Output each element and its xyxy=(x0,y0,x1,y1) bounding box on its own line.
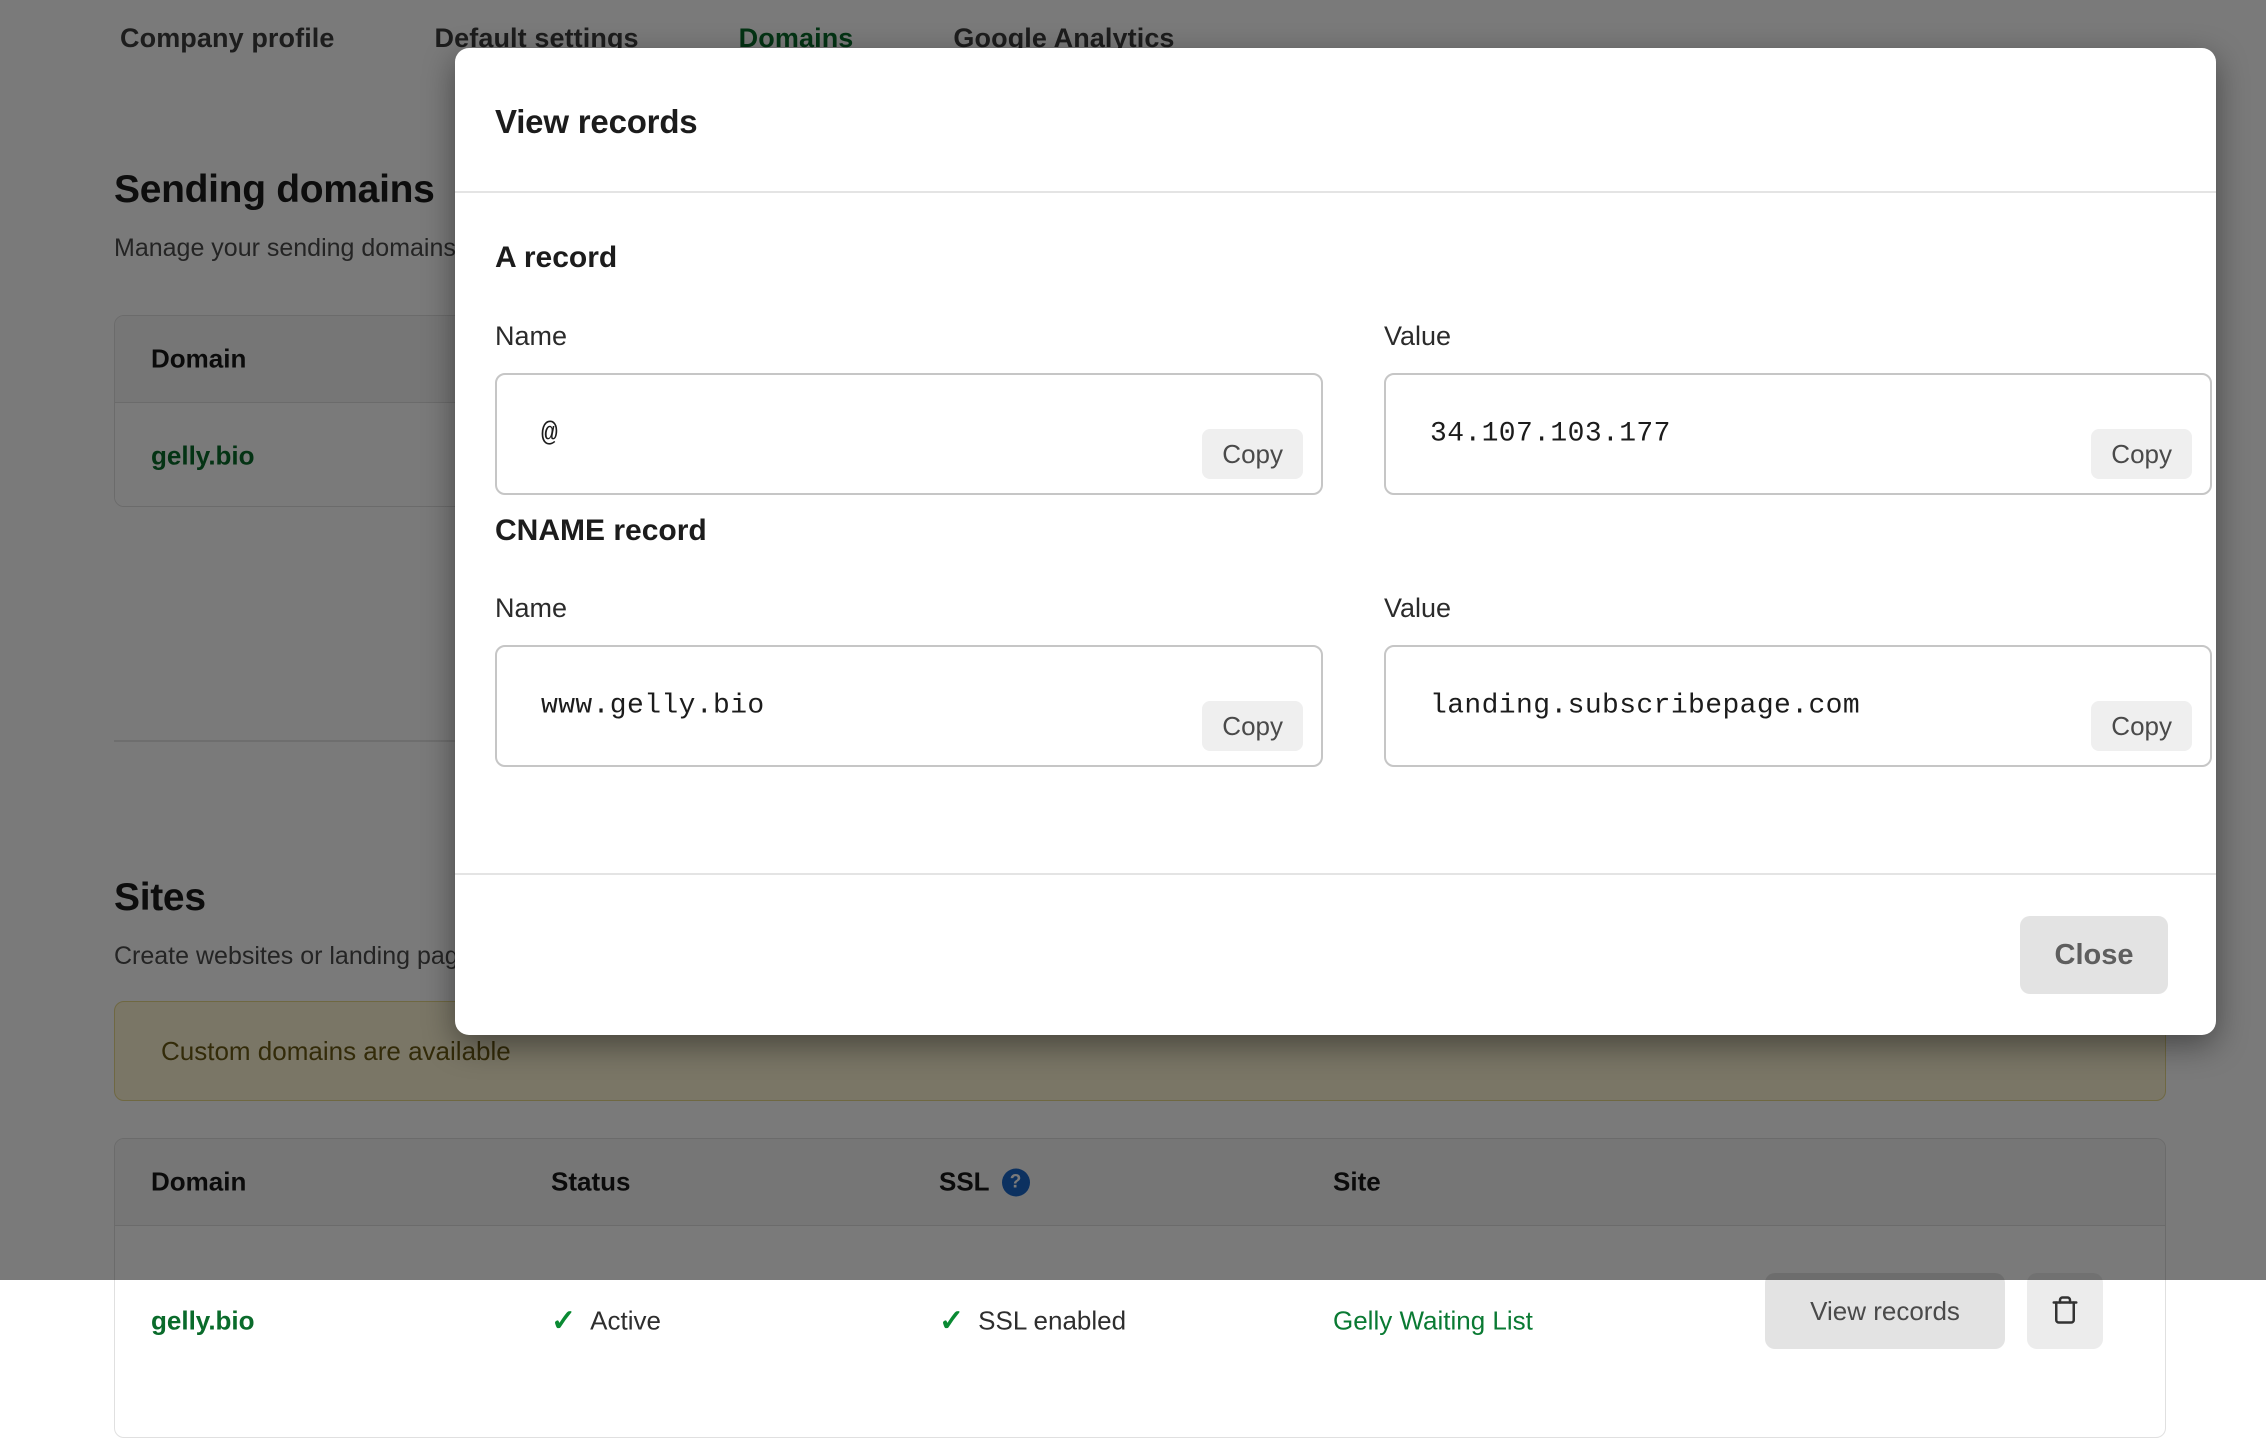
cname-record-heading: CNAME record xyxy=(495,514,707,548)
a-record-name-value: @ xyxy=(541,419,558,450)
a-record-value-field[interactable]: 34.107.103.177 Copy xyxy=(1384,373,2212,495)
cname-record-value-label: Value xyxy=(1384,593,1451,624)
copy-button-cname-value[interactable]: Copy xyxy=(2091,701,2192,751)
cname-record-value-field[interactable]: landing.subscribepage.com Copy xyxy=(1384,645,2212,767)
cname-record-name-field[interactable]: www.gelly.bio Copy xyxy=(495,645,1323,767)
ssl-label: SSL enabled xyxy=(978,1306,1126,1337)
copy-button-cname-name[interactable]: Copy xyxy=(1202,701,1303,751)
view-records-button[interactable]: View records xyxy=(1765,1273,2005,1349)
copy-button-a-value[interactable]: Copy xyxy=(2091,429,2192,479)
status-label: Active xyxy=(590,1306,661,1337)
a-record-name-field[interactable]: @ Copy xyxy=(495,373,1323,495)
modal-footer: Close xyxy=(455,873,2216,1035)
check-icon: ✓ xyxy=(939,1306,964,1336)
close-button[interactable]: Close xyxy=(2020,916,2168,994)
a-record-heading: A record xyxy=(495,241,617,275)
cname-record-name-label: Name xyxy=(495,593,567,624)
modal-title: View records xyxy=(495,103,697,141)
site-name-link[interactable]: Gelly Waiting List xyxy=(1333,1306,1533,1337)
view-records-modal: View records A record Name @ Copy Value … xyxy=(455,48,2216,1035)
a-record-value-label: Value xyxy=(1384,321,1451,352)
modal-body: A record Name @ Copy Value 34.107.103.17… xyxy=(455,193,2216,873)
a-record-name-label: Name xyxy=(495,321,567,352)
site-domain-link[interactable]: gelly.bio xyxy=(151,1306,255,1337)
check-icon: ✓ xyxy=(551,1306,576,1336)
ssl-cell: ✓ SSL enabled xyxy=(939,1306,1126,1337)
cname-record-value-value: landing.subscribepage.com xyxy=(1430,691,1860,722)
trash-icon xyxy=(2050,1293,2080,1330)
cname-record-name-value: www.gelly.bio xyxy=(541,691,765,722)
a-record-value-value: 34.107.103.177 xyxy=(1430,419,1671,450)
status-cell: ✓ Active xyxy=(551,1306,661,1337)
copy-button-a-name[interactable]: Copy xyxy=(1202,429,1303,479)
modal-header: View records xyxy=(455,48,2216,193)
delete-domain-button[interactable] xyxy=(2027,1273,2103,1349)
